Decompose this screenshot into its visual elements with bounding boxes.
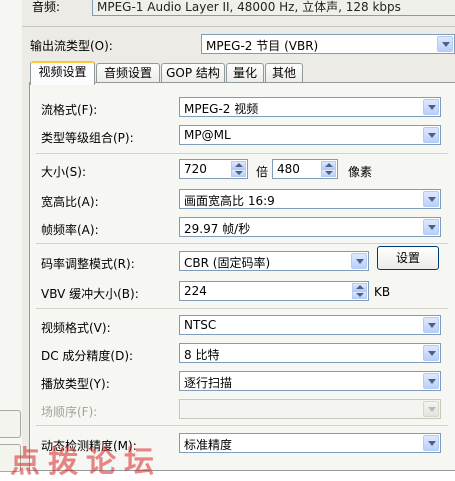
vbv-buffer-value: 224	[184, 284, 207, 298]
motion-precision-value: 标准精度	[184, 438, 233, 452]
scan-type-label: 播放类型(Y):	[41, 377, 110, 391]
audio-summary-field: MPEG-1 Audio Layer II, 48000 Hz, 立体声, 12…	[92, 0, 455, 16]
divider	[36, 425, 448, 426]
chevron-down-icon[interactable]	[423, 345, 439, 361]
chevron-down-icon[interactable]	[423, 435, 439, 451]
stepper-down-icon[interactable]	[231, 169, 246, 177]
tab-quantization[interactable]: 量化	[226, 63, 264, 83]
left-panel-button-2[interactable]	[0, 444, 21, 472]
stream-format-select[interactable]: MPEG-2 视频	[179, 97, 441, 117]
tab-label: GOP 结构	[166, 66, 220, 80]
chevron-down-icon[interactable]	[437, 36, 453, 52]
stream-format-value: MPEG-2 视频	[184, 102, 259, 116]
settings-button[interactable]: 设置	[377, 246, 439, 270]
stepper-up-icon[interactable]	[231, 161, 246, 169]
tab-label: 音频设置	[103, 66, 152, 80]
video-format-select[interactable]: NTSC	[179, 315, 441, 335]
bitrate-mode-select[interactable]: CBR (固定码率)	[179, 251, 369, 271]
chevron-down-icon[interactable]	[423, 99, 439, 115]
profile-level-value: MP@ML	[184, 128, 231, 142]
vbv-buffer-label: VBV 缓冲大小(B):	[41, 287, 139, 301]
divider	[36, 243, 448, 244]
tab-gop-structure[interactable]: GOP 结构	[161, 63, 225, 83]
dc-precision-label: DC 成分精度(D):	[41, 349, 134, 363]
aspect-ratio-value: 画面宽高比 16:9	[184, 194, 275, 208]
dc-precision-select[interactable]: 8 比特	[179, 343, 441, 363]
bitrate-mode-value: CBR (固定码率)	[184, 256, 271, 270]
tab-label: 其他	[271, 66, 296, 80]
width-value: 720	[184, 162, 207, 176]
motion-precision-label: 动态检测精度(M):	[41, 439, 137, 453]
output-stream-type-value: MPEG-2 节目 (VBR)	[206, 39, 319, 53]
aspect-ratio-label: 宽高比(A):	[41, 195, 99, 209]
chevron-down-icon[interactable]	[351, 253, 367, 269]
tab-audio-settings[interactable]: 音频设置	[96, 63, 160, 83]
divider	[36, 308, 448, 309]
times-label: 倍	[256, 165, 269, 179]
top-separator	[22, 26, 455, 27]
chevron-down-icon	[423, 401, 439, 417]
field-order-select	[179, 399, 441, 419]
tab-label: 量化	[232, 66, 257, 80]
output-stream-type-select[interactable]: MPEG-2 节目 (VBR)	[201, 34, 455, 54]
bitrate-mode-label: 码率调整模式(R):	[41, 257, 135, 271]
field-order-label: 场顺序(F):	[41, 405, 98, 419]
frame-rate-label: 帧频率(A):	[41, 223, 99, 237]
scan-type-select[interactable]: 逐行扫描	[179, 371, 441, 391]
vbv-buffer-stepper[interactable]: 224	[179, 281, 369, 301]
chevron-down-icon[interactable]	[423, 219, 439, 235]
aspect-ratio-select[interactable]: 画面宽高比 16:9	[179, 189, 441, 209]
video-format-value: NTSC	[184, 318, 217, 332]
scan-type-value: 逐行扫描	[184, 376, 233, 390]
stepper-down-icon[interactable]	[352, 291, 367, 299]
size-label: 大小(S):	[41, 165, 87, 179]
tab-label: 视频设置	[38, 65, 87, 79]
profile-level-label: 类型等级组合(P):	[41, 131, 134, 145]
kb-unit-label: KB	[374, 285, 391, 299]
chevron-down-icon[interactable]	[423, 127, 439, 143]
left-panel-button[interactable]	[0, 410, 21, 438]
stream-format-label: 流格式(F):	[41, 103, 98, 117]
audio-label: 音频:	[32, 0, 61, 14]
profile-level-select[interactable]: MP@ML	[179, 125, 441, 145]
height-stepper[interactable]: 480	[272, 159, 338, 179]
frame-rate-value: 29.97 帧/秒	[184, 222, 251, 236]
stepper-down-icon[interactable]	[321, 169, 336, 177]
width-stepper[interactable]: 720	[179, 159, 248, 179]
tab-video-settings[interactable]: 视频设置	[30, 61, 95, 85]
pixels-unit-label: 像素	[348, 165, 373, 179]
divider	[36, 153, 448, 154]
tab-other[interactable]: 其他	[265, 63, 303, 83]
video-format-label: 视频格式(V):	[41, 321, 111, 335]
height-value: 480	[277, 162, 300, 176]
motion-precision-select[interactable]: 标准精度	[179, 433, 441, 453]
stepper-up-icon[interactable]	[352, 283, 367, 291]
frame-rate-select[interactable]: 29.97 帧/秒	[179, 217, 441, 237]
dc-precision-value: 8 比特	[184, 348, 220, 362]
left-panel-edge	[0, 0, 23, 472]
stepper-up-icon[interactable]	[321, 161, 336, 169]
chevron-down-icon[interactable]	[423, 191, 439, 207]
chevron-down-icon[interactable]	[423, 317, 439, 333]
chevron-down-icon[interactable]	[423, 373, 439, 389]
output-stream-type-label: 输出流类型(O):	[30, 39, 113, 53]
